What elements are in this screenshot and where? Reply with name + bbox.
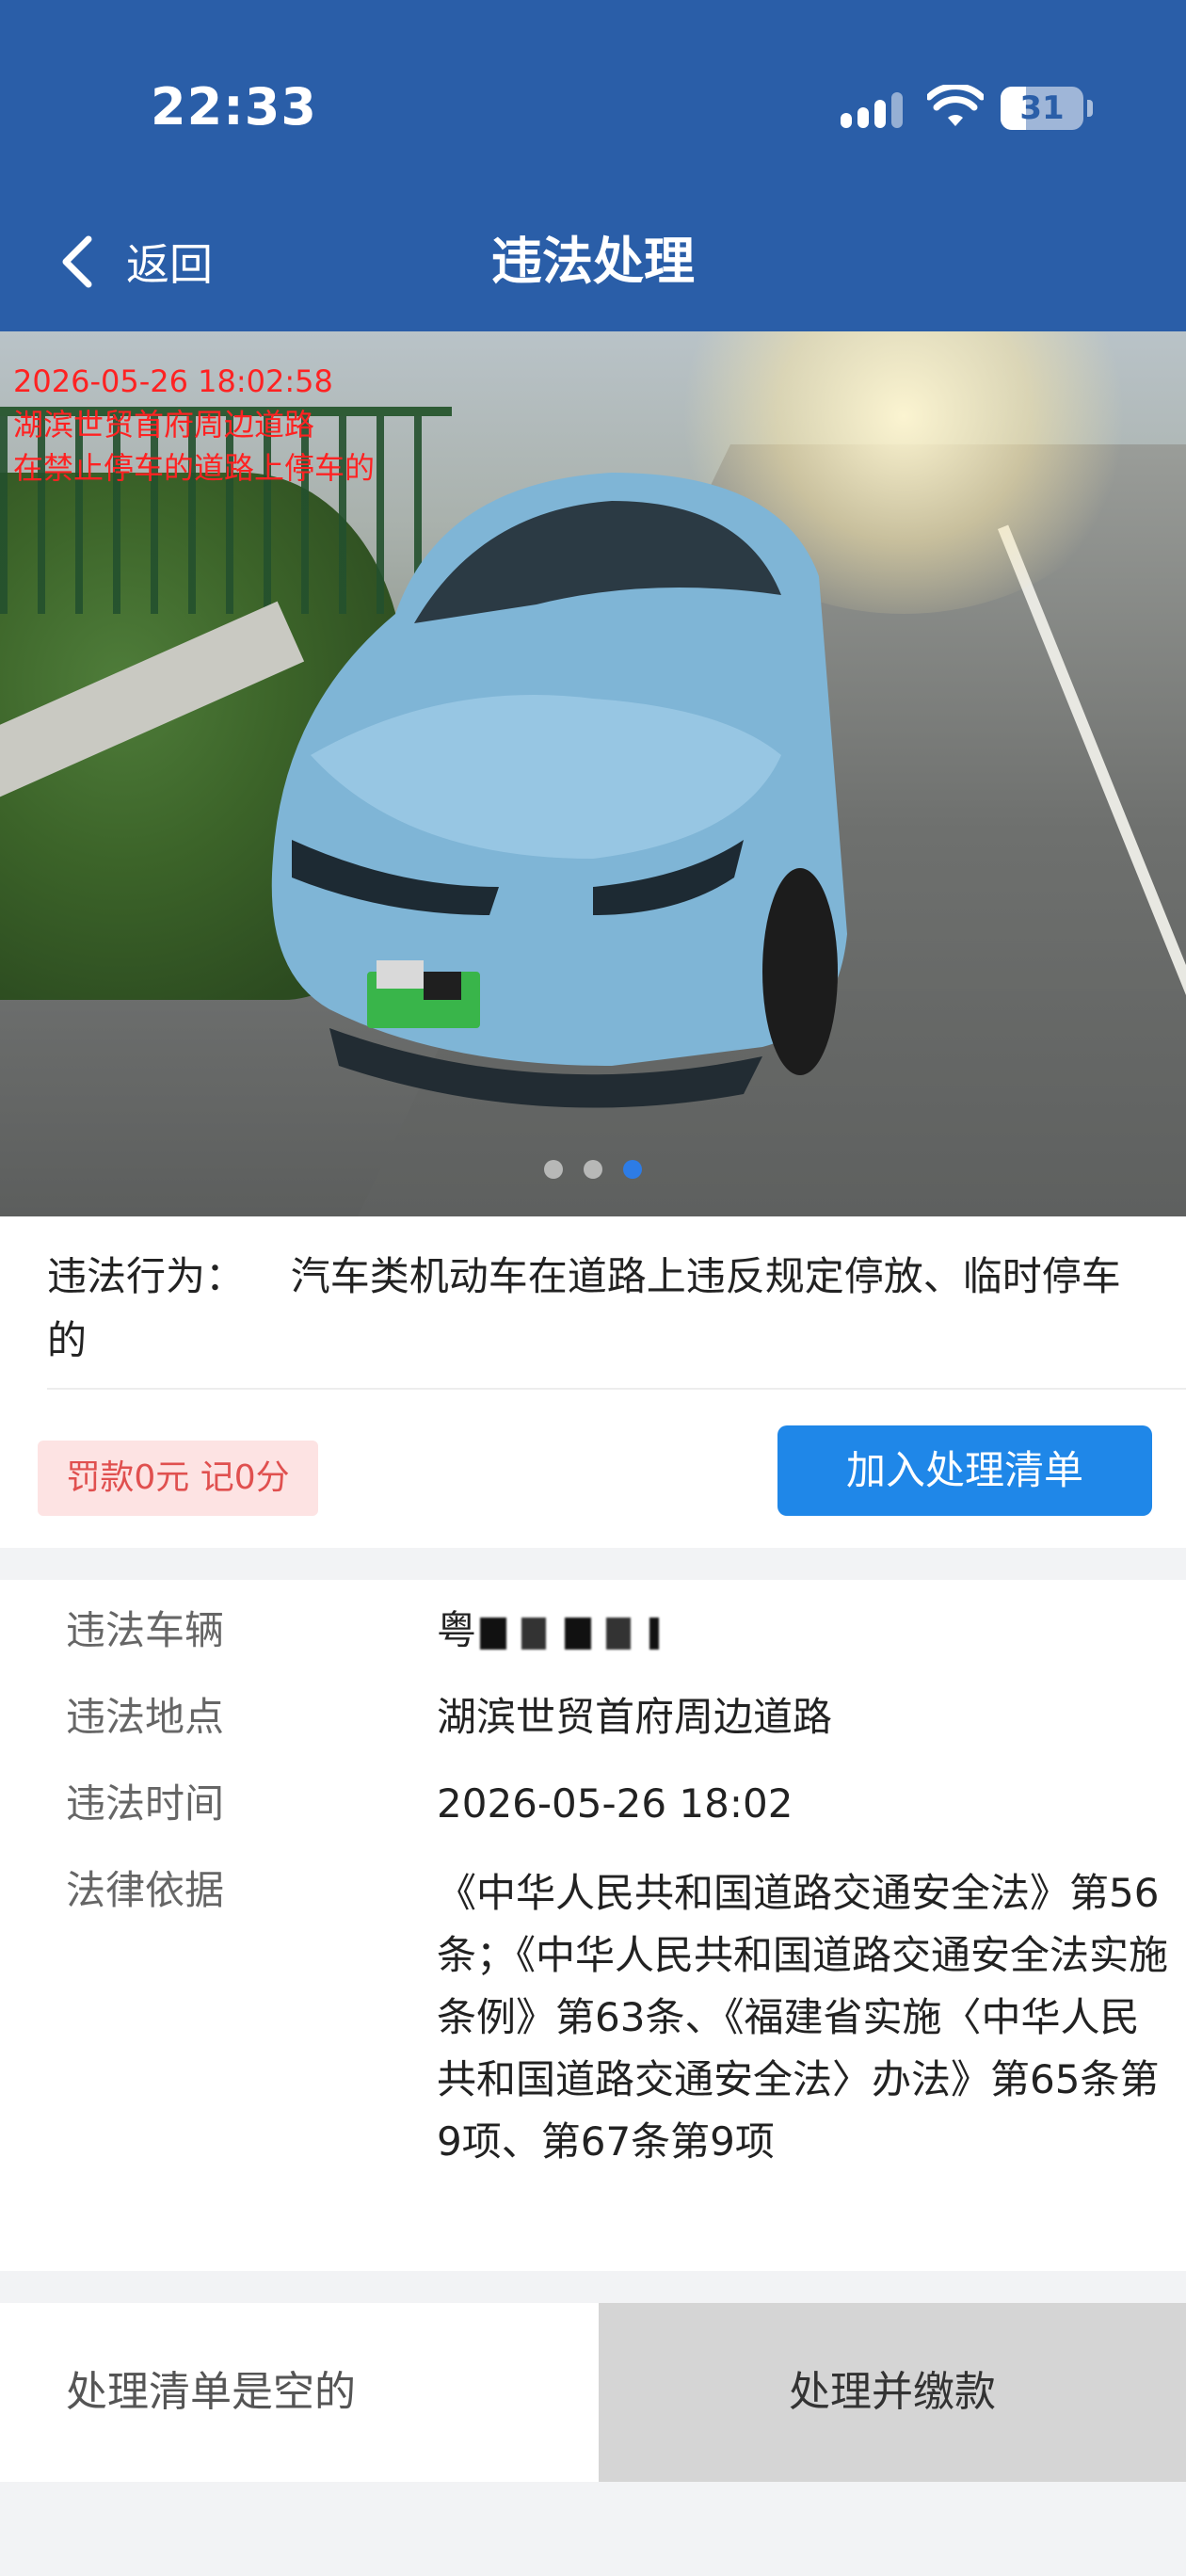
detail-label: 法律依据: [66, 1867, 225, 1913]
caption-line: 2026-05-26 18:02:58: [13, 363, 333, 399]
carousel-dot[interactable]: [544, 1160, 563, 1179]
caption-line: 在禁止停车的道路上停车的: [13, 450, 376, 486]
carousel-dot[interactable]: [584, 1160, 602, 1179]
detail-value-vehicle: 粤: [437, 1602, 1171, 1659]
detail-label: 违法地点: [66, 1694, 225, 1740]
process-and-pay-button[interactable]: 处理并缴款: [599, 2303, 1186, 2482]
battery-nub: [1087, 100, 1093, 117]
violation-card: 违法行为： 汽车类机动车在道路上违反规定停放、临时停车的 罚款0元 记0分 加入…: [0, 1216, 1186, 1548]
battery-percent: 31: [1019, 89, 1065, 127]
plate-prefix: 粤: [437, 1607, 477, 1653]
detail-value-legal-basis: 《中华人民共和国道路交通安全法》第56条；《中华人民共和国道路交通安全法实施条例…: [437, 1870, 1169, 2165]
battery-icon: 31: [1001, 87, 1083, 130]
photo-timestamp-overlay: 2026-05-26 18:02:58 湖滨世贸首府周边道路 在禁止停车的道路上…: [13, 360, 375, 490]
parked-car-image: [271, 473, 847, 1108]
violation-behavior: 违法行为： 汽车类机动车在道路上违反规定停放、临时停车的: [47, 1245, 1158, 1373]
carousel-indicator: [0, 1160, 1186, 1179]
carousel-dot[interactable]: [623, 1160, 642, 1179]
app-header: 22:33 31 返回 违法处理: [0, 0, 1186, 331]
plate-redaction: [480, 1617, 660, 1650]
list-status-text: 处理清单是空的: [66, 2368, 356, 2416]
penalty-badge: 罚款0元 记0分: [38, 1441, 318, 1516]
status-time: 22:33: [151, 77, 317, 137]
signal-icon: [841, 90, 905, 128]
caption-line: 湖滨世贸首府周边道路: [13, 407, 315, 443]
detail-value-time: 2026-05-26 18:02: [437, 1780, 793, 1827]
wifi-icon: [927, 85, 984, 126]
divider: [47, 1388, 1186, 1390]
violation-behavior-label: 违法行为：: [47, 1253, 246, 1299]
detail-label: 违法车辆: [66, 1607, 225, 1653]
detail-label: 违法时间: [66, 1780, 225, 1827]
detail-value-location: 湖滨世贸首府周边道路: [437, 1694, 833, 1740]
evidence-photo-carousel[interactable]: 2026-05-26 18:02:58 湖滨世贸首府周边道路 在禁止停车的道路上…: [0, 331, 1186, 1216]
bottom-action-bar: 处理清单是空的 处理并缴款: [0, 2303, 1186, 2482]
add-to-list-button[interactable]: 加入处理清单: [777, 1425, 1152, 1516]
violation-details: 违法车辆 粤 违法地点 湖滨世贸首府周边道路 违法时间 2026-05-26 1…: [0, 1580, 1186, 2271]
page-title: 违法处理: [491, 232, 695, 291]
